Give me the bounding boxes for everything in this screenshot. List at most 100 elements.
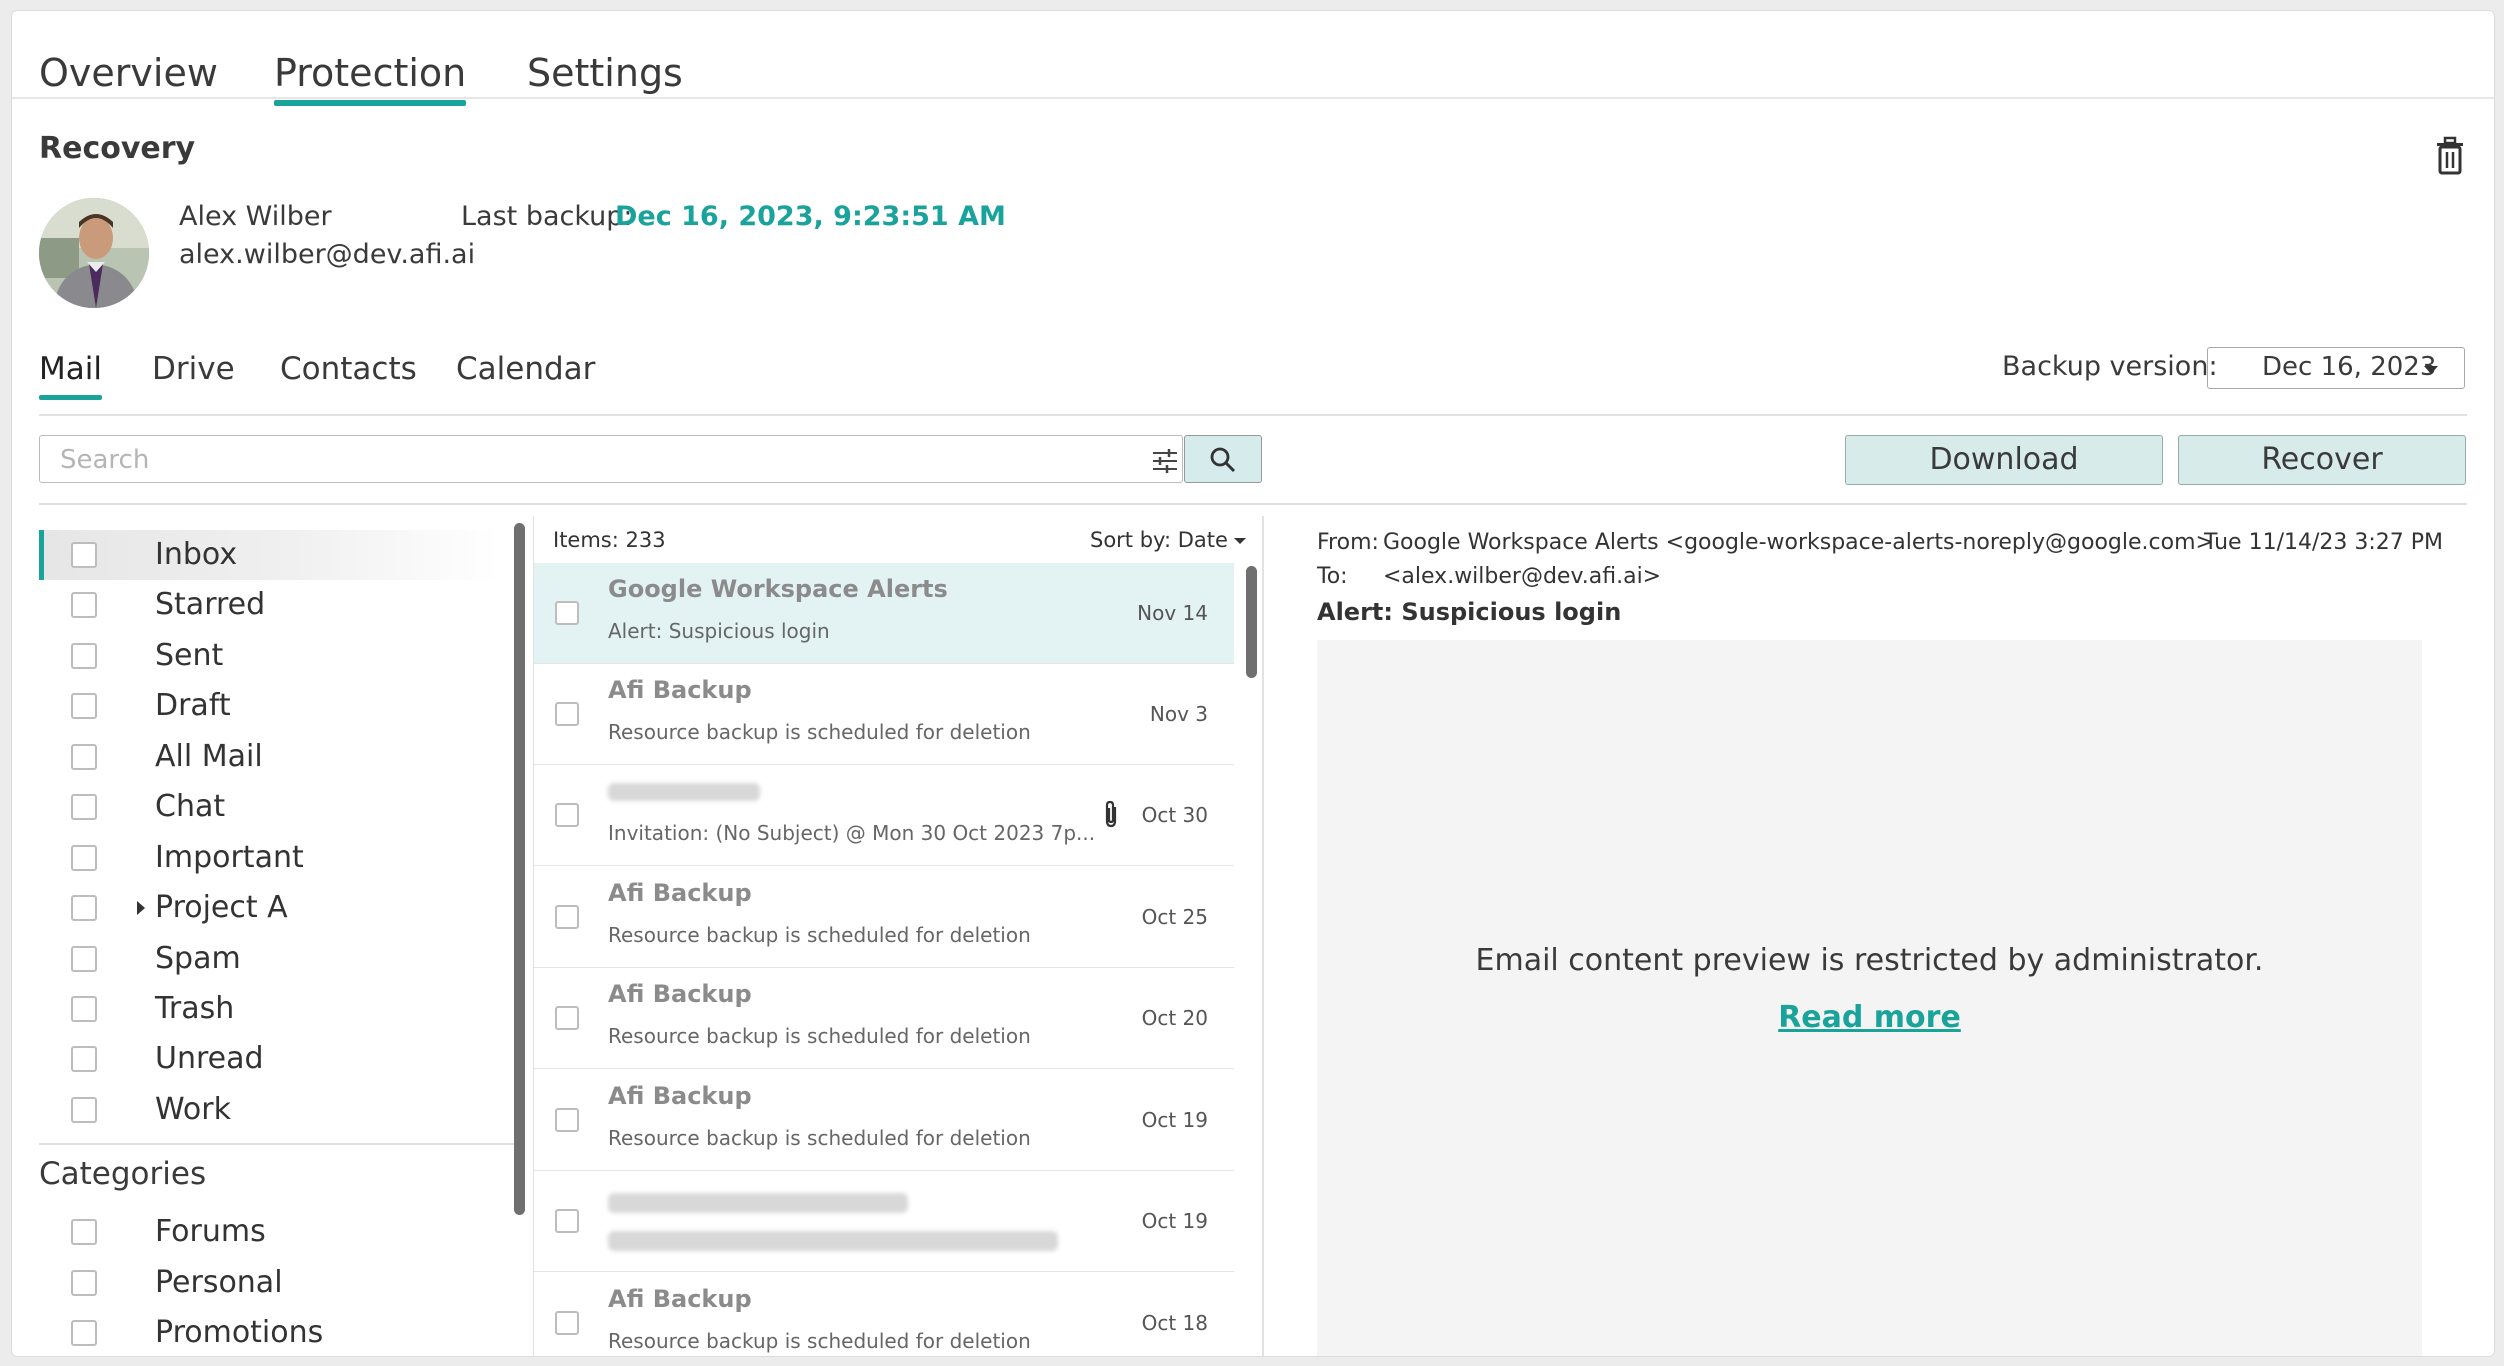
folder-checkbox[interactable]	[71, 643, 97, 669]
message-list-scrollbar[interactable]	[1246, 566, 1257, 678]
folder-checkbox[interactable]	[71, 744, 97, 770]
folder-item-trash[interactable]: Trash	[39, 984, 499, 1034]
preview-subject: Alert: Suspicious login	[1317, 598, 1622, 626]
folder-item-important[interactable]: Important	[39, 833, 499, 883]
folder-item-all-mail[interactable]: All Mail	[39, 732, 499, 782]
folder-item-chat[interactable]: Chat	[39, 782, 499, 832]
folder-label: Starred	[155, 587, 266, 622]
tab-mail[interactable]: Mail	[39, 351, 102, 400]
folder-item-spam[interactable]: Spam	[39, 934, 499, 984]
sort-dropdown[interactable]: Sort by: Date	[1090, 528, 1228, 552]
message-subject: Resource backup is scheduled for deletio…	[608, 1329, 1031, 1353]
message-sender: Afi Backup	[608, 879, 752, 907]
message-row[interactable]: Invitation: (No Subject) @ Mon 30 Oct 20…	[534, 765, 1234, 866]
attachment-icon	[1100, 799, 1122, 829]
preview-body: Email content preview is restricted by a…	[1317, 640, 2422, 1356]
folder-label: Draft	[155, 688, 231, 723]
backup-version-select[interactable]: Dec 16, 2023	[2207, 347, 2465, 389]
backup-version-label: Backup version:	[2002, 351, 2218, 382]
folder-checkbox[interactable]	[71, 845, 97, 871]
read-more-link[interactable]: Read more	[1317, 1000, 2422, 1035]
folder-label: Important	[155, 840, 304, 875]
message-row[interactable]: Google Workspace Alerts Alert: Suspiciou…	[534, 563, 1234, 664]
search-input[interactable]	[58, 442, 1102, 478]
tab-contacts[interactable]: Contacts	[280, 351, 417, 387]
folder-checkbox[interactable]	[71, 996, 97, 1022]
message-preview: From: Google Workspace Alerts <google-wo…	[1282, 516, 2482, 1356]
message-date: Oct 19	[1141, 1209, 1208, 1233]
message-checkbox[interactable]	[555, 702, 579, 726]
category-item-forums[interactable]: Forums	[39, 1207, 499, 1257]
message-row[interactable]: Oct 19	[534, 1171, 1234, 1272]
message-list: Items: 233 Sort by: Date Google Workspac…	[533, 516, 1264, 1356]
content-divider	[39, 503, 2467, 505]
folder-item-inbox[interactable]: Inbox	[39, 530, 499, 580]
backup-version-value: Dec 16, 2023	[2262, 352, 2437, 382]
message-checkbox[interactable]	[555, 905, 579, 929]
message-sender: Afi Backup	[608, 1285, 752, 1313]
folder-checkbox[interactable]	[71, 542, 97, 568]
folder-item-work[interactable]: Work	[39, 1085, 499, 1135]
message-row[interactable]: Afi Backup Resource backup is scheduled …	[534, 1273, 1234, 1356]
message-checkbox[interactable]	[555, 1209, 579, 1233]
message-subject: Resource backup is scheduled for deletio…	[608, 923, 1031, 947]
message-row[interactable]: Afi Backup Resource backup is scheduled …	[534, 968, 1234, 1069]
folder-checkbox[interactable]	[71, 895, 97, 921]
top-tabs-divider	[12, 97, 2494, 99]
trash-icon[interactable]	[2432, 136, 2468, 176]
message-checkbox[interactable]	[555, 1006, 579, 1030]
folder-label: Project A	[155, 890, 288, 925]
preview-date: Tue 11/14/23 3:27 PM	[2204, 530, 2444, 555]
redacted-subject	[608, 1231, 1058, 1251]
message-sender: Google Workspace Alerts	[608, 575, 948, 603]
download-button[interactable]: Download	[1845, 435, 2163, 485]
restricted-notice: Email content preview is restricted by a…	[1475, 943, 2264, 978]
message-row[interactable]: Afi Backup Resource backup is scheduled …	[534, 867, 1234, 968]
message-checkbox[interactable]	[555, 1108, 579, 1132]
folder-label: Unread	[155, 1041, 264, 1076]
tab-drive[interactable]: Drive	[152, 351, 235, 387]
message-checkbox[interactable]	[555, 1311, 579, 1335]
to-value: <alex.wilber@dev.afi.ai>	[1383, 564, 1662, 589]
folder-checkbox[interactable]	[71, 794, 97, 820]
message-checkbox[interactable]	[555, 803, 579, 827]
folder-label: Trash	[155, 991, 235, 1026]
folder-checkbox[interactable]	[71, 1270, 97, 1296]
folder-list: Inbox Starred Sent Draft All Mail Chat I…	[39, 516, 515, 1356]
user-email: alex.wilber@dev.afi.ai	[179, 239, 476, 270]
chevron-down-icon[interactable]	[1234, 538, 1246, 544]
last-backup-label: Last backup:	[461, 201, 633, 232]
message-date: Nov 3	[1149, 702, 1208, 726]
category-item-promotions[interactable]: Promotions	[39, 1308, 499, 1356]
tab-calendar[interactable]: Calendar	[456, 351, 595, 387]
folder-item-sent[interactable]: Sent	[39, 631, 499, 681]
search-button[interactable]	[1184, 435, 1262, 483]
folder-checkbox[interactable]	[71, 1219, 97, 1245]
folder-checkbox[interactable]	[71, 1320, 97, 1346]
tab-settings[interactable]: Settings	[527, 51, 683, 95]
tab-overview[interactable]: Overview	[39, 51, 218, 95]
folder-item-unread[interactable]: Unread	[39, 1034, 499, 1084]
filter-icon[interactable]	[1151, 448, 1179, 474]
message-row[interactable]: Afi Backup Resource backup is scheduled …	[534, 664, 1234, 765]
folder-label: Forums	[155, 1214, 266, 1249]
tab-protection[interactable]: Protection	[274, 51, 467, 106]
category-item-personal[interactable]: Personal	[39, 1258, 499, 1308]
recovery-panel: Overview Protection Settings Recovery Al…	[11, 10, 2495, 1357]
message-row[interactable]: Afi Backup Resource backup is scheduled …	[534, 1070, 1234, 1171]
folder-checkbox[interactable]	[71, 1097, 97, 1123]
folder-item-draft[interactable]: Draft	[39, 681, 499, 731]
folder-item-project-a[interactable]: Project A	[39, 883, 499, 933]
folder-checkbox[interactable]	[71, 1046, 97, 1072]
folder-checkbox[interactable]	[71, 592, 97, 618]
folders-scrollbar[interactable]	[514, 523, 525, 1215]
message-checkbox[interactable]	[555, 601, 579, 625]
search-icon	[1210, 447, 1236, 473]
recover-button[interactable]: Recover	[2178, 435, 2466, 485]
message-subject: Resource backup is scheduled for deletio…	[608, 720, 1031, 744]
chevron-down-icon	[2424, 366, 2438, 374]
expand-icon[interactable]	[137, 901, 145, 915]
folder-checkbox[interactable]	[71, 693, 97, 719]
folder-checkbox[interactable]	[71, 946, 97, 972]
folder-item-starred[interactable]: Starred	[39, 580, 499, 630]
